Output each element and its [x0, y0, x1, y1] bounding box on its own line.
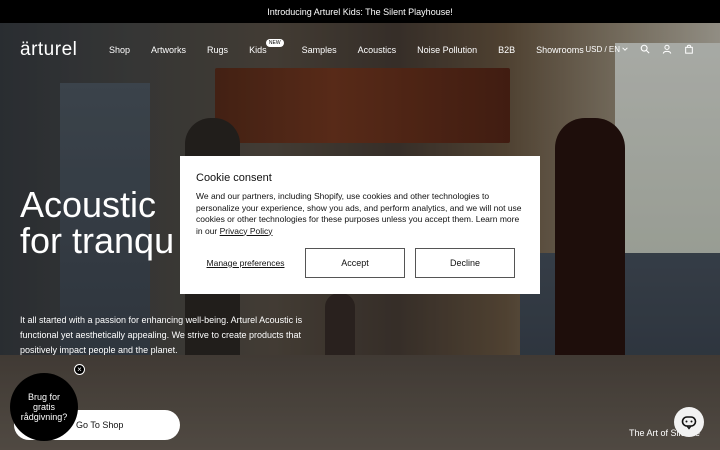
cookie-body: We and our partners, including Shopify, … [196, 191, 522, 236]
announcement-text[interactable]: Introducing Arturel Kids: The Silent Pla… [267, 7, 452, 17]
cookie-actions: Manage preferences Accept Decline [196, 248, 515, 278]
cart-icon[interactable] [684, 44, 694, 54]
accept-button[interactable]: Accept [305, 248, 405, 278]
announcement-bar[interactable]: Introducing Arturel Kids: The Silent Pla… [0, 0, 720, 23]
close-icon[interactable]: × [74, 364, 85, 375]
hero-title-line2: for tranqu [20, 220, 175, 261]
logo[interactable]: ärturel [20, 39, 77, 61]
site-header: ärturel Shop Artworks Rugs Kids NEW Samp… [0, 23, 720, 77]
nav-item-kids[interactable]: Kids NEW [249, 39, 284, 55]
hero-title-line1: Acoustic [20, 184, 157, 225]
privacy-policy-link[interactable]: Privacy Policy [220, 226, 273, 236]
nav-item-kids-label: Kids [249, 45, 267, 55]
decline-button[interactable]: Decline [415, 248, 515, 278]
account-icon[interactable] [662, 44, 672, 54]
nav-item-shop[interactable]: Shop [109, 45, 130, 55]
new-badge: NEW [265, 39, 284, 47]
main-nav: Shop Artworks Rugs Kids NEW Samples Acou… [109, 39, 605, 55]
search-icon[interactable] [640, 44, 650, 54]
chat-icon [681, 416, 697, 430]
nav-item-artworks[interactable]: Artworks [151, 45, 186, 55]
nav-item-showrooms[interactable]: Showrooms [536, 45, 584, 55]
cookie-title: Cookie consent [196, 172, 272, 184]
hero-description: It all started with a passion for enhanc… [20, 315, 303, 355]
hero-title: Acoustic for tranqu [20, 187, 174, 259]
currency-label: USD / EN [585, 44, 620, 54]
cookie-consent-dialog: Cookie consent We and our partners, incl… [180, 156, 540, 294]
nav-item-rugs[interactable]: Rugs [207, 45, 228, 55]
chat-launcher-button[interactable] [674, 407, 704, 437]
advice-chat-bubble[interactable]: Brug for gratis rådgivning? [10, 373, 78, 441]
chevron-down-icon [622, 47, 628, 51]
nav-item-samples[interactable]: Samples [302, 45, 337, 55]
header-utilities: USD / EN [585, 44, 694, 54]
manage-preferences-link[interactable]: Manage preferences [196, 258, 295, 269]
nav-item-noise-pollution[interactable]: Noise Pollution [417, 45, 477, 55]
nav-item-b2b[interactable]: B2B [498, 45, 515, 55]
currency-selector[interactable]: USD / EN [585, 45, 628, 54]
nav-item-acoustics[interactable]: Acoustics [358, 45, 397, 55]
